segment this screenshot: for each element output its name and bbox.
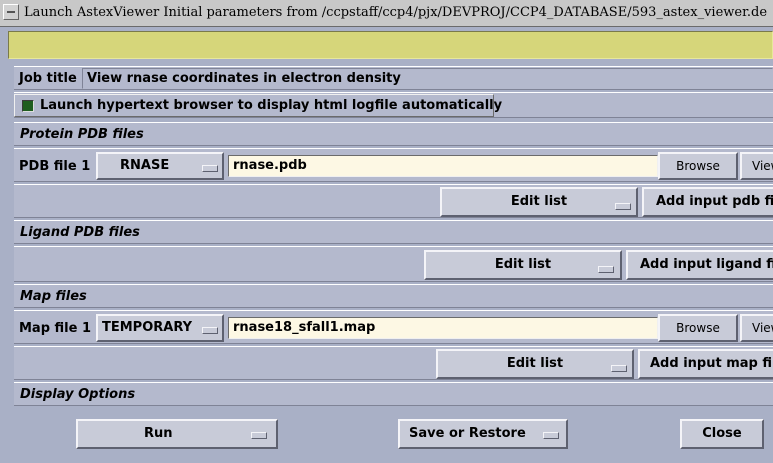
pdb-list-row: Edit list Add input pdb file (14, 184, 773, 218)
save-restore-dropdown-icon (543, 432, 559, 439)
ligand-section-header: Ligand PDB files (14, 220, 773, 244)
map-edit-list-dropdown[interactable]: Edit list (436, 349, 634, 379)
map-file-label: Map file 1 (19, 321, 92, 336)
job-title-label: Job title (19, 71, 77, 86)
map-edit-list-label: Edit list (506, 356, 564, 371)
pdb-filename-input[interactable]: rnase.pdb (228, 155, 658, 177)
left-margin (0, 60, 14, 463)
window-title: Launch AstexViewer Initial parameters fr… (24, 5, 768, 20)
save-restore-label: Save or Restore (409, 426, 526, 441)
ligand-edit-list-dropdown[interactable]: Edit list (424, 250, 622, 280)
map-edit-list-dropdown-icon (611, 365, 627, 372)
map-directory-dropdown-icon (202, 327, 218, 334)
ligand-edit-list-dropdown-icon (598, 266, 614, 273)
map-filename-input[interactable]: rnase18_sfall1.map (228, 317, 658, 339)
pdb-directory-value: RNASE (120, 158, 170, 173)
run-dropdown[interactable]: Run (76, 419, 278, 449)
ligand-section-title: Ligand PDB files (20, 225, 140, 240)
map-section-title: Map files (20, 289, 87, 304)
add-map-file-button[interactable]: Add input map file (638, 349, 773, 379)
ligand-edit-list-label: Edit list (494, 257, 552, 272)
map-view-button[interactable]: View (740, 314, 773, 342)
pdb-file-row: PDB file 1 RNASE rnase.pdb Browse View (14, 148, 773, 182)
map-browse-button[interactable]: Browse (658, 314, 738, 342)
map-file-row: Map file 1 TEMPORARY rnase18_sfall1.map … (14, 310, 773, 344)
protein-section-title: Protein PDB files (20, 127, 144, 142)
pdb-edit-list-label: Edit list (510, 194, 568, 209)
window-menu-icon[interactable] (3, 4, 19, 20)
pdb-view-button[interactable]: View (740, 152, 773, 180)
browser-checkbox-label: Launch hypertext browser to display html… (40, 98, 503, 113)
job-title-row: Job title View rnase coordinates in elec… (14, 66, 773, 90)
message-bar (8, 31, 773, 59)
display-section-header: Display Options (14, 382, 773, 406)
display-section-title: Display Options (20, 387, 136, 402)
protein-section-header: Protein PDB files (14, 122, 773, 146)
run-label: Run (144, 426, 173, 441)
map-directory-value: TEMPORARY (102, 320, 193, 335)
run-dropdown-icon (251, 432, 267, 439)
map-section-header: Map files (14, 284, 773, 308)
pdb-directory-dropdown-icon (202, 165, 218, 172)
pdb-file-label: PDB file 1 (19, 159, 91, 174)
pdb-browse-button[interactable]: Browse (658, 152, 738, 180)
ligand-list-row: Edit list Add input ligand file (14, 246, 773, 282)
map-list-row: Edit list Add input map file (14, 346, 773, 380)
job-title-input[interactable]: View rnase coordinates in electron densi… (82, 68, 773, 89)
add-pdb-file-button[interactable]: Add input pdb file (642, 187, 773, 217)
browser-option-row: Launch hypertext browser to display html… (14, 92, 773, 118)
browser-checkbox[interactable] (22, 100, 34, 112)
pdb-edit-list-dropdown-icon (615, 203, 631, 210)
pdb-edit-list-dropdown[interactable]: Edit list (440, 187, 638, 217)
window-titlebar: Launch AstexViewer Initial parameters fr… (0, 0, 773, 27)
add-ligand-file-button[interactable]: Add input ligand file (626, 250, 773, 280)
close-button[interactable]: Close (680, 419, 764, 449)
